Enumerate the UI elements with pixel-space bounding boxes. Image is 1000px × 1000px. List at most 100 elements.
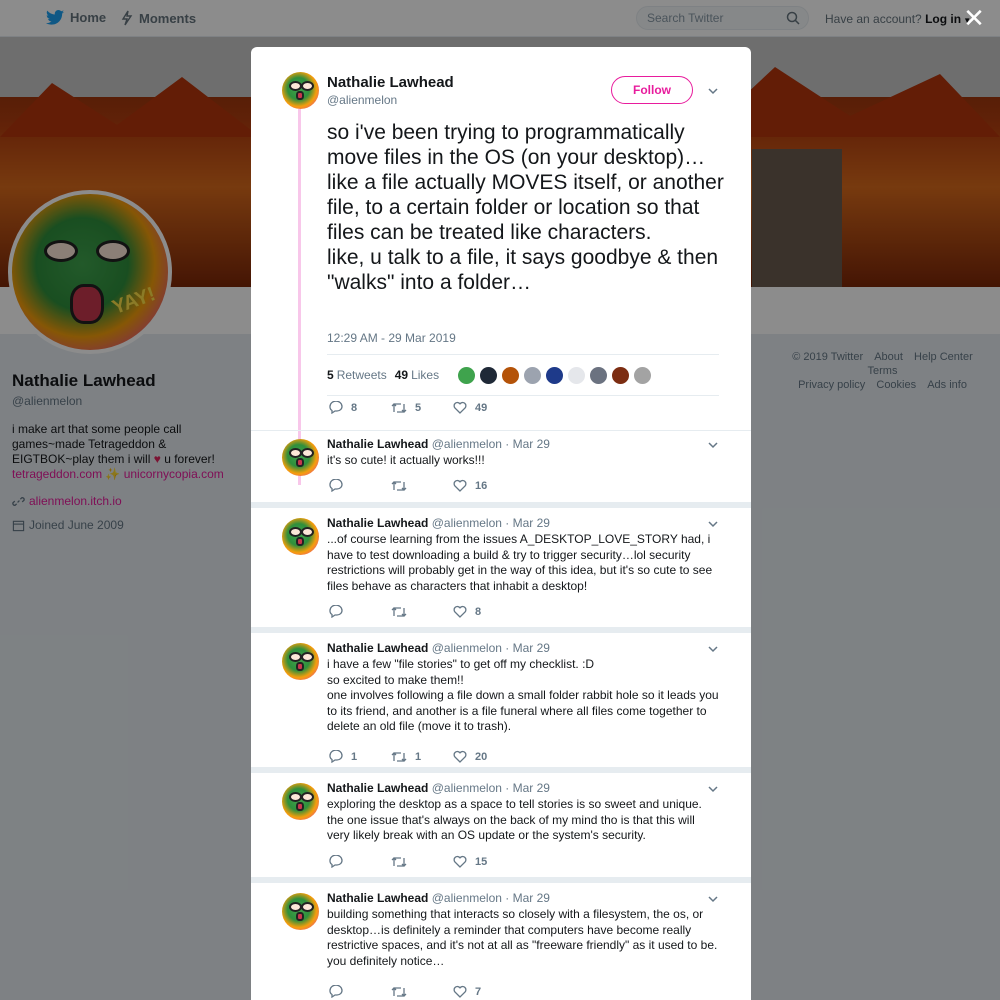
retweet-icon	[391, 856, 407, 867]
likes-label: Likes	[411, 368, 440, 382]
tweet-avatar[interactable]	[282, 518, 319, 555]
tweet-modal: Nathalie Lawhead @alienmelon Follow so i…	[251, 47, 751, 1000]
reply-icon	[329, 401, 343, 414]
chevron-down-icon[interactable]	[707, 518, 719, 530]
reply-date[interactable]: · Mar 29	[505, 641, 550, 655]
reply-author-handle[interactable]: @alienmelon	[432, 891, 502, 905]
chevron-down-icon[interactable]	[707, 893, 719, 905]
retweet-count: 1	[415, 750, 422, 763]
like-button[interactable]: 15	[453, 855, 515, 868]
reply-icon	[329, 605, 343, 618]
reply-text: it's so cute! it actually works!!!	[327, 453, 485, 467]
reply-date[interactable]: · Mar 29	[505, 516, 550, 530]
retweet-icon	[391, 480, 407, 491]
liker-avatar[interactable]	[479, 365, 499, 385]
liker-avatar[interactable]	[567, 365, 587, 385]
retweet-button[interactable]: 5	[391, 402, 453, 414]
reply-button[interactable]	[329, 605, 391, 618]
liker-avatar[interactable]	[589, 365, 609, 385]
main-tweet-author-name[interactable]: Nathalie Lawhead	[327, 74, 454, 91]
like-count: 16	[475, 479, 488, 492]
like-count: 20	[475, 750, 488, 763]
reply-button[interactable]: 1	[329, 750, 391, 763]
reply-author-name[interactable]: Nathalie Lawhead	[327, 891, 428, 905]
like-button[interactable]: 8	[453, 605, 515, 618]
chevron-down-icon[interactable]	[707, 783, 719, 795]
reply-count: 1	[351, 750, 358, 763]
heart-outline-icon	[453, 479, 467, 492]
reply-button[interactable]	[329, 855, 391, 868]
likes-count: 49	[394, 368, 409, 382]
like-button[interactable]: 20	[453, 750, 515, 763]
chevron-down-icon[interactable]	[707, 643, 719, 655]
reply-tweet[interactable]: Nathalie Lawhead @alienmelon · Mar 29 it…	[251, 430, 751, 502]
reply-tweet[interactable]: Nathalie Lawhead @alienmelon · Mar 29 ..…	[251, 502, 751, 627]
main-tweet-timestamp[interactable]: 12:29 AM - 29 Mar 2019	[327, 331, 456, 345]
reply-icon	[329, 479, 343, 492]
retweet-button[interactable]	[391, 856, 453, 868]
retweet-icon	[391, 986, 407, 997]
retweet-button[interactable]	[391, 986, 453, 998]
reply-icon	[329, 985, 343, 998]
reply-author-name[interactable]: Nathalie Lawhead	[327, 437, 428, 451]
reply-date[interactable]: · Mar 29	[505, 437, 550, 451]
reply-author-handle[interactable]: @alienmelon	[432, 781, 502, 795]
reply-header: Nathalie Lawhead @alienmelon · Mar 29	[327, 437, 550, 451]
chevron-down-icon[interactable]	[707, 439, 719, 451]
reply-date[interactable]: · Mar 29	[505, 781, 550, 795]
reply-text: i have a few "file stories" to get off m…	[327, 657, 719, 733]
reply-button[interactable]	[329, 985, 391, 998]
retweets-label: Retweets	[336, 368, 387, 382]
liker-avatar[interactable]	[545, 365, 565, 385]
reply-button[interactable]: 8	[329, 401, 391, 414]
liker-avatar[interactable]	[633, 365, 653, 385]
follow-button[interactable]: Follow	[611, 76, 693, 104]
reply-date[interactable]: · Mar 29	[505, 891, 550, 905]
tweet-avatar[interactable]	[282, 439, 319, 476]
heart-outline-icon	[453, 401, 467, 414]
reply-button[interactable]	[329, 479, 391, 492]
main-tweet-actions: 8 5 49	[329, 401, 515, 414]
reply-tweet[interactable]: Nathalie Lawhead @alienmelon · Mar 29 bu…	[251, 877, 751, 1000]
reply-actions: 15	[329, 855, 515, 868]
liker-avatar[interactable]	[457, 365, 477, 385]
reply-header: Nathalie Lawhead @alienmelon · Mar 29	[327, 781, 550, 795]
main-tweet-text-content: so i've been trying to programmatically …	[327, 121, 724, 294]
reply-header: Nathalie Lawhead @alienmelon · Mar 29	[327, 516, 550, 530]
reply-header: Nathalie Lawhead @alienmelon · Mar 29	[327, 891, 550, 905]
likes-stat[interactable]: 49 Likes	[395, 368, 439, 382]
reply-header: Nathalie Lawhead @alienmelon · Mar 29	[327, 641, 550, 655]
tweet-avatar[interactable]	[282, 643, 319, 680]
reply-author-handle[interactable]: @alienmelon	[432, 516, 502, 530]
retweets-stat[interactable]: 5 Retweets	[327, 368, 387, 382]
liker-avatar[interactable]	[523, 365, 543, 385]
reply-count: 8	[351, 401, 358, 414]
tweet-avatar[interactable]	[282, 72, 319, 109]
tweet-avatar[interactable]	[282, 893, 319, 930]
reply-text: ...of course learning from the issues A_…	[327, 532, 713, 593]
close-icon[interactable]: ✕	[963, 5, 985, 31]
thread-line	[298, 109, 301, 485]
like-button[interactable]: 49	[453, 401, 515, 414]
liker-avatar[interactable]	[501, 365, 521, 385]
reply-author-name[interactable]: Nathalie Lawhead	[327, 516, 428, 530]
like-button[interactable]: 7	[453, 985, 515, 998]
heart-outline-icon	[453, 985, 467, 998]
chevron-down-icon[interactable]	[707, 85, 719, 97]
reply-author-handle[interactable]: @alienmelon	[432, 641, 502, 655]
retweet-icon	[391, 606, 407, 617]
like-count: 8	[475, 605, 482, 618]
reply-author-name[interactable]: Nathalie Lawhead	[327, 781, 428, 795]
main-tweet-author-handle[interactable]: @alienmelon	[327, 93, 397, 107]
reply-author-handle[interactable]: @alienmelon	[432, 437, 502, 451]
liker-avatar[interactable]	[611, 365, 631, 385]
reply-tweet[interactable]: Nathalie Lawhead @alienmelon · Mar 29 i …	[251, 627, 751, 767]
tweet-avatar[interactable]	[282, 783, 319, 820]
retweet-button[interactable]	[391, 606, 453, 618]
reply-author-name[interactable]: Nathalie Lawhead	[327, 641, 428, 655]
retweet-button[interactable]	[391, 480, 453, 492]
retweet-button[interactable]: 1	[391, 751, 453, 763]
reply-tweet[interactable]: Nathalie Lawhead @alienmelon · Mar 29 ex…	[251, 767, 751, 877]
heart-outline-icon	[453, 750, 467, 763]
like-button[interactable]: 16	[453, 479, 515, 492]
